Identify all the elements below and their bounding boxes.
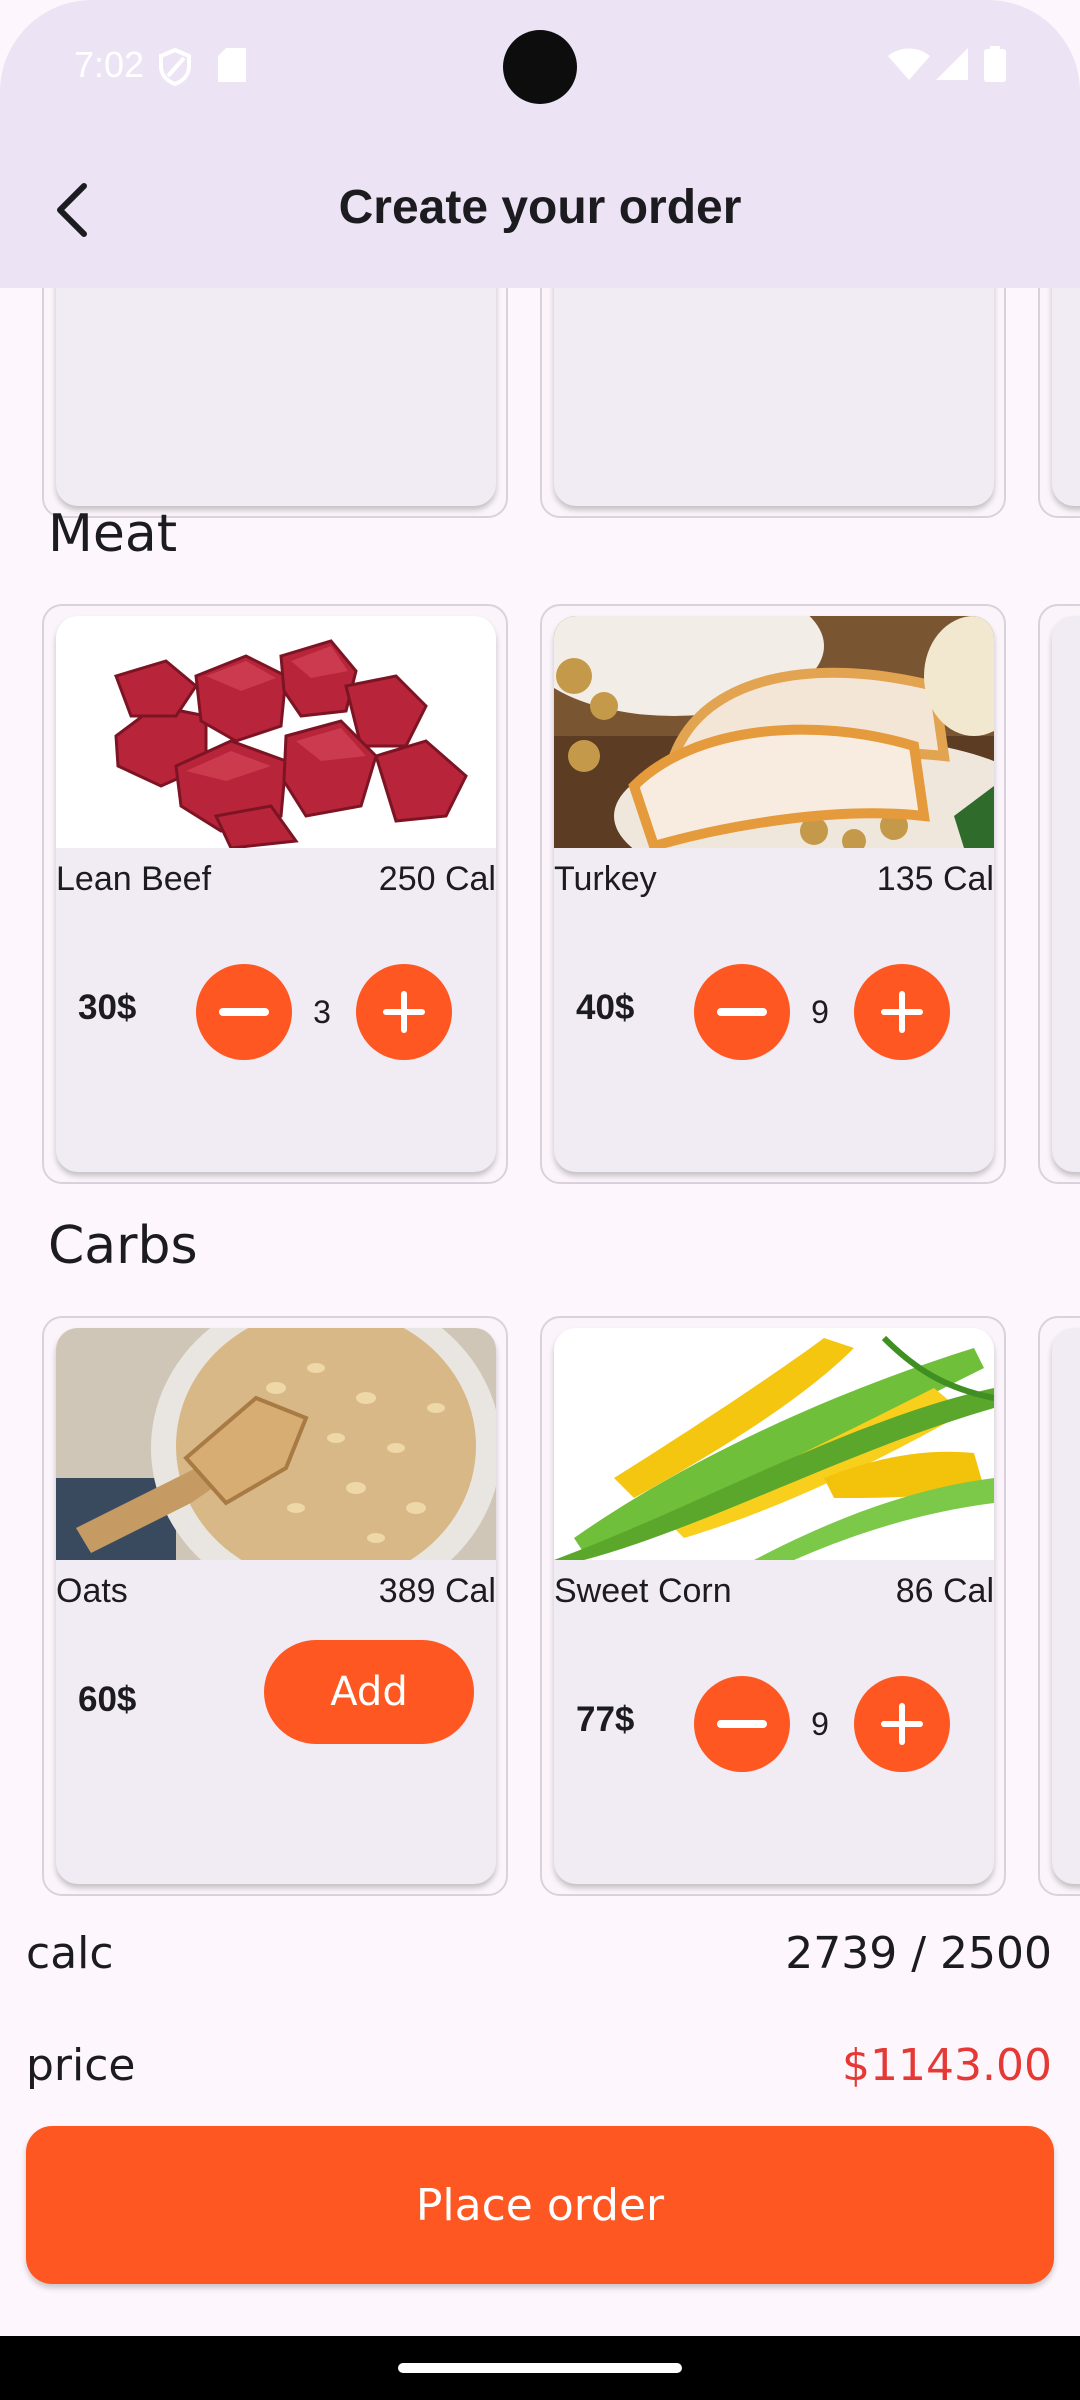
turkey-image — [554, 616, 994, 848]
minus-icon — [219, 1008, 269, 1016]
food-card-inner: Sweet Corn 86 Cal 77$ 9 — [554, 1328, 994, 1884]
minus-icon — [717, 1720, 767, 1728]
food-card-inner: Lean Beef 250 Cal 30$ 3 — [56, 616, 496, 1172]
food-price: 60$ — [78, 1680, 137, 1719]
home-gesture-handle[interactable] — [398, 2363, 682, 2373]
screen: 7:02 Create your order Meat Lean Beef 25… — [0, 0, 1080, 2400]
content-scroll[interactable]: Meat Lean Beef 250 Cal 30$ 3 Turkey 135 … — [0, 288, 1080, 1898]
place-order-button[interactable]: Place order — [26, 2126, 1054, 2284]
price-value: $1143.00 — [842, 2040, 1052, 2091]
food-calories: 250 Cal — [378, 860, 496, 898]
calc-value: 2739 / 2500 — [785, 1928, 1052, 1979]
food-price: 30$ — [78, 988, 137, 1027]
carbs-row[interactable]: Oats 389 Cal 60$ Add Sweet Corn 86 Cal 7… — [0, 1316, 1080, 1896]
wifi-icon — [888, 48, 930, 80]
food-card — [42, 288, 508, 518]
calc-label: calc — [26, 1928, 114, 1979]
food-card-inner: Oats 389 Cal 60$ Add — [56, 1328, 496, 1884]
meat-row[interactable]: Lean Beef 250 Cal 30$ 3 Turkey 135 Cal 4… — [0, 604, 1080, 1184]
app-bar: Create your order — [0, 130, 1080, 288]
shield-icon — [159, 48, 191, 86]
section-title-carbs: Carbs — [48, 1216, 198, 1276]
quantity-value: 9 — [811, 1706, 829, 1742]
battery-icon — [984, 46, 1006, 82]
food-card-inner — [554, 288, 994, 506]
front-camera — [503, 30, 577, 104]
food-card-turkey: Turkey 135 Cal 40$ 9 — [540, 604, 1006, 1184]
food-price: 77$ — [576, 1700, 635, 1739]
increment-button[interactable] — [854, 1676, 950, 1772]
food-name: Oats — [56, 1572, 128, 1610]
food-name: Turkey — [554, 860, 657, 898]
food-name: Sweet Corn — [554, 1572, 732, 1610]
page-title: Create your order — [338, 181, 742, 234]
food-card-oats: Oats 389 Cal 60$ Add — [42, 1316, 508, 1896]
add-button[interactable]: Add — [264, 1640, 474, 1744]
partial-item-row — [0, 288, 1080, 518]
food-calories: 135 Cal — [876, 860, 994, 898]
quantity-value: 9 — [811, 994, 829, 1030]
sd-card-icon — [218, 48, 246, 82]
price-label: price — [26, 2040, 136, 2091]
sweet-corn-image — [554, 1328, 994, 1560]
food-name: Lean Beef — [56, 860, 212, 898]
decrement-button[interactable] — [196, 964, 292, 1060]
minus-icon — [717, 1008, 767, 1016]
oats-image — [56, 1328, 496, 1560]
lean-beef-image — [56, 616, 496, 848]
food-card-inner: Turkey 135 Cal 40$ 9 — [554, 616, 994, 1172]
plus-icon — [881, 991, 923, 1033]
increment-button[interactable] — [854, 964, 950, 1060]
food-price: 40$ — [576, 988, 635, 1027]
food-card-peek — [1038, 1316, 1080, 1896]
section-title-meat: Meat — [48, 504, 178, 564]
plus-icon — [881, 1703, 923, 1745]
food-card-sweet-corn: Sweet Corn 86 Cal 77$ 9 — [540, 1316, 1006, 1896]
status-time: 7:02 — [74, 44, 145, 85]
food-card-inner — [56, 288, 496, 506]
food-card — [540, 288, 1006, 518]
decrement-button[interactable] — [694, 1676, 790, 1772]
food-calories: 389 Cal — [378, 1572, 496, 1610]
food-card-lean-beef: Lean Beef 250 Cal 30$ 3 — [42, 604, 508, 1184]
food-card-peek — [1038, 604, 1080, 1184]
signal-icon — [936, 48, 968, 80]
quantity-value: 3 — [313, 994, 331, 1030]
increment-button[interactable] — [356, 964, 452, 1060]
food-card-peek — [1038, 288, 1080, 518]
food-calories: 86 Cal — [895, 1572, 994, 1610]
decrement-button[interactable] — [694, 964, 790, 1060]
status-bar: 7:02 — [0, 0, 1080, 130]
plus-icon — [383, 991, 425, 1033]
